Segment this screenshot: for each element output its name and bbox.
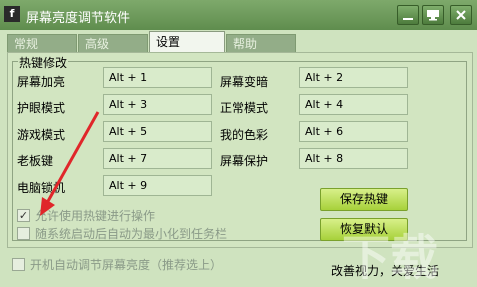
checkbox-empty-icon — [17, 227, 30, 240]
boss-key-hotkey-field[interactable]: Alt + 7 — [103, 148, 212, 169]
monitor-icon — [427, 10, 439, 21]
minimize-icon — [403, 18, 413, 20]
title-bar: f 屏幕亮度调节软件 — [0, 0, 477, 30]
restore-defaults-button[interactable]: 恢复默认 — [320, 218, 408, 241]
enable-hotkeys-label: 允许使用热键进行操作 — [35, 209, 156, 223]
app-icon: f — [4, 6, 20, 22]
tab-settings[interactable]: 设置 — [149, 31, 225, 53]
start-minimized-label: 随系统启动后自动为最小化到任务栏 — [35, 227, 228, 241]
auto-adjust-label: 开机自动调节屏幕亮度（推荐选上） — [30, 258, 223, 272]
darken-label: 屏幕变暗 — [220, 75, 269, 89]
tab-general[interactable]: 常规 — [7, 34, 77, 53]
auto-adjust-checkbox[interactable]: 开机自动调节屏幕亮度（推荐选上） — [12, 256, 222, 273]
display-button[interactable] — [422, 5, 444, 25]
screensaver-hotkey-field[interactable]: Alt + 8 — [299, 148, 408, 169]
close-icon — [456, 10, 466, 20]
start-minimized-checkbox[interactable]: 随系统启动后自动为最小化到任务栏 — [17, 225, 227, 242]
tab-help[interactable]: 帮助 — [226, 34, 296, 53]
checkbox-empty-icon — [12, 258, 25, 271]
brighten-hotkey-field[interactable]: Alt + 1 — [103, 67, 212, 88]
close-button[interactable] — [450, 5, 472, 25]
lock-pc-label: 电脑锁机 — [17, 181, 66, 195]
save-hotkeys-button[interactable]: 保存热键 — [320, 188, 408, 211]
window-title: 屏幕亮度调节软件 — [26, 11, 131, 26]
normal-mode-hotkey-field[interactable]: Alt + 4 — [299, 94, 408, 115]
brighten-label: 屏幕加亮 — [17, 75, 66, 89]
boss-key-label: 老板键 — [17, 154, 54, 168]
screensaver-label: 屏幕保护 — [220, 154, 269, 168]
hotkey-groupbox: 热键修改 屏幕加亮 Alt + 1 屏幕变暗 Alt + 2 护眼模式 Alt … — [12, 54, 467, 242]
darken-hotkey-field[interactable]: Alt + 2 — [299, 67, 408, 88]
tab-advanced[interactable]: 高级 — [78, 34, 148, 53]
checkmark-icon: ✓ — [17, 209, 30, 222]
game-mode-label: 游戏模式 — [17, 128, 66, 142]
enable-hotkeys-checkbox[interactable]: ✓ 允许使用热键进行操作 — [17, 207, 155, 224]
eye-care-hotkey-field[interactable]: Alt + 3 — [103, 94, 212, 115]
lock-pc-hotkey-field[interactable]: Alt + 9 — [103, 175, 212, 196]
game-mode-hotkey-field[interactable]: Alt + 5 — [103, 121, 212, 142]
normal-mode-label: 正常模式 — [220, 101, 269, 115]
my-color-label: 我的色彩 — [220, 128, 269, 142]
hotkey-group-title: 热键修改 — [18, 54, 69, 71]
my-color-hotkey-field[interactable]: Alt + 6 — [299, 121, 408, 142]
slogan-text: 改善视力，关爱生活 — [331, 264, 440, 278]
eye-care-label: 护眼模式 — [17, 101, 66, 115]
minimize-button[interactable] — [397, 5, 419, 25]
settings-panel: 热键修改 屏幕加亮 Alt + 1 屏幕变暗 Alt + 2 护眼模式 Alt … — [7, 52, 473, 248]
